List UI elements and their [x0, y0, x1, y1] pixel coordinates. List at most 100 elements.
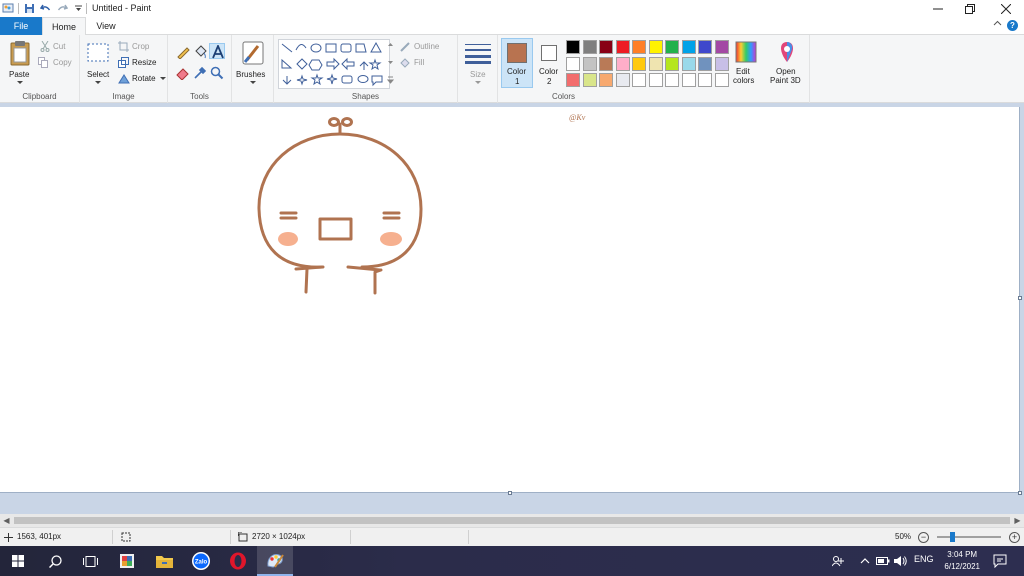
redo-icon[interactable] [57, 3, 68, 14]
brush-icon [242, 41, 264, 65]
collapse-ribbon-icon[interactable] [993, 19, 1002, 30]
taskbar-app-photos[interactable] [109, 546, 145, 576]
size-button[interactable]: Size [462, 38, 494, 88]
language-indicator[interactable]: ENG [914, 554, 934, 564]
resize-handle-bottom[interactable] [508, 491, 512, 495]
color1-button[interactable]: Color 1 [501, 38, 533, 88]
palette-swatch[interactable] [714, 56, 729, 71]
close-icon [1001, 3, 1011, 14]
help-icon[interactable]: ? [1007, 20, 1018, 31]
palette-swatch[interactable] [582, 56, 597, 71]
cut-button[interactable]: Cut [40, 41, 76, 53]
battery-icon[interactable] [876, 556, 890, 566]
palette-swatch[interactable] [681, 56, 696, 71]
tab-home[interactable]: Home [42, 17, 86, 36]
taskbar-app-zalo[interactable]: Zalo [183, 546, 219, 576]
palette-swatch[interactable] [582, 73, 597, 87]
size-label: Size [470, 70, 486, 79]
scroll-left-icon[interactable]: ◀ [0, 514, 13, 527]
save-icon[interactable] [24, 3, 35, 14]
palette-swatch[interactable] [665, 56, 679, 71]
outline-button[interactable]: Outline [399, 41, 455, 53]
palette-swatch[interactable] [615, 73, 630, 87]
resize-handle-right[interactable] [1018, 296, 1022, 300]
palette-swatch[interactable] [599, 73, 613, 87]
start-button[interactable] [0, 546, 36, 576]
palette-swatch[interactable] [665, 73, 679, 87]
shapes-gallery[interactable] [278, 39, 390, 89]
minimize-button[interactable] [922, 0, 954, 17]
drawing-canvas[interactable]: @Kv [0, 107, 1020, 493]
brushes-button[interactable]: Brushes [235, 38, 271, 88]
edit-colors-button[interactable]: Edit colors [732, 38, 760, 88]
open-paint3d-button[interactable]: Open Paint 3D [766, 38, 808, 88]
palette-swatch[interactable] [632, 73, 646, 87]
fill-button[interactable]: Fill [399, 57, 455, 69]
close-button[interactable] [990, 0, 1022, 17]
taskbar-app-file-explorer[interactable] [146, 546, 182, 576]
paint-app-icon[interactable] [2, 2, 14, 14]
resize-handle-corner[interactable] [1018, 491, 1022, 495]
magnifier-icon[interactable] [210, 66, 224, 80]
pencil-icon[interactable] [176, 45, 190, 59]
clock[interactable]: 3:04 PM 6/12/2021 [944, 549, 980, 573]
edit-colors-label-2: colors [733, 76, 755, 85]
color2-button[interactable]: Color 2 [533, 38, 565, 88]
taskbar-app-paint[interactable] [257, 546, 293, 576]
horizontal-scrollbar[interactable]: ◀ ▶ [0, 514, 1024, 527]
palette-swatch[interactable] [615, 56, 630, 71]
crop-button[interactable]: Crop [118, 41, 164, 53]
undo-icon[interactable] [40, 3, 51, 14]
palette-swatch[interactable] [698, 56, 712, 71]
size-group: Size [458, 35, 498, 103]
scroll-right-icon[interactable]: ▶ [1011, 514, 1024, 527]
taskbar-app-opera[interactable] [220, 546, 256, 576]
cut-icon [40, 41, 50, 52]
text-tool-button[interactable] [209, 43, 225, 59]
palette-swatch[interactable] [714, 73, 729, 87]
notifications-icon[interactable] [993, 554, 1007, 568]
paste-button[interactable]: Paste [5, 38, 35, 88]
restore-button[interactable] [954, 0, 986, 17]
customize-toolbar-icon[interactable] [73, 3, 84, 14]
rotate-button[interactable]: Rotate [118, 73, 166, 85]
people-icon[interactable] [832, 555, 844, 567]
palette-swatch[interactable] [665, 40, 679, 54]
palette-swatch[interactable] [698, 40, 712, 54]
color-picker-icon[interactable] [193, 66, 207, 80]
volume-icon[interactable] [893, 555, 907, 567]
palette-swatch[interactable] [599, 56, 613, 71]
palette-swatch[interactable] [698, 73, 712, 87]
palette-swatch[interactable] [566, 40, 580, 54]
zoom-slider[interactable] [937, 536, 1001, 538]
palette-swatch[interactable] [615, 40, 630, 54]
palette-swatch[interactable] [599, 40, 613, 54]
palette-swatch[interactable] [632, 40, 646, 54]
palette-swatch[interactable] [566, 56, 580, 71]
zoom-in-button[interactable]: + [1009, 532, 1020, 543]
eraser-icon[interactable] [176, 66, 190, 80]
select-button[interactable]: Select [84, 38, 112, 88]
tab-view[interactable]: View [86, 17, 126, 35]
palette-swatch[interactable] [714, 40, 729, 54]
tab-file[interactable]: File [0, 17, 42, 35]
palette-swatch[interactable] [648, 73, 663, 87]
scroll-thumb[interactable] [14, 517, 1010, 524]
fill-bucket-icon[interactable] [193, 45, 207, 59]
shapes-gallery-scroll[interactable] [387, 41, 394, 87]
cursor-position-icon [4, 533, 13, 542]
palette-swatch[interactable] [648, 40, 663, 54]
search-button[interactable] [37, 546, 73, 576]
palette-swatch[interactable] [681, 73, 696, 87]
palette-swatch[interactable] [632, 56, 646, 71]
copy-button[interactable]: Copy [38, 57, 76, 69]
palette-swatch[interactable] [681, 40, 696, 54]
zoom-out-button[interactable]: − [918, 532, 929, 543]
task-view-button[interactable] [72, 546, 108, 576]
show-hidden-icons-icon[interactable] [860, 557, 870, 565]
palette-swatch[interactable] [566, 73, 580, 87]
zoom-slider-thumb[interactable] [950, 532, 955, 542]
palette-swatch[interactable] [582, 40, 597, 54]
resize-button[interactable]: Resize [118, 57, 164, 69]
palette-swatch[interactable] [648, 56, 663, 71]
